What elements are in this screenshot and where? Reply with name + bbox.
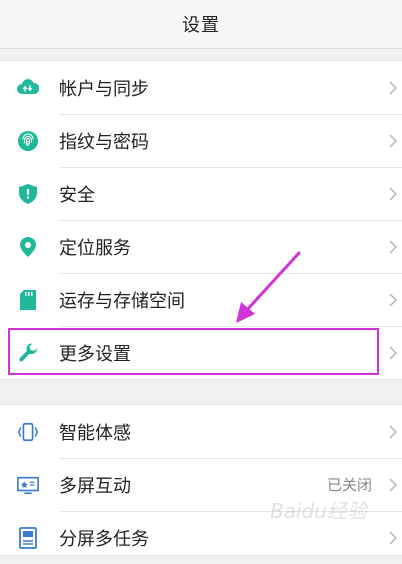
annotation-arrow <box>236 251 301 323</box>
watermark: Baidu经验 <box>270 499 367 523</box>
